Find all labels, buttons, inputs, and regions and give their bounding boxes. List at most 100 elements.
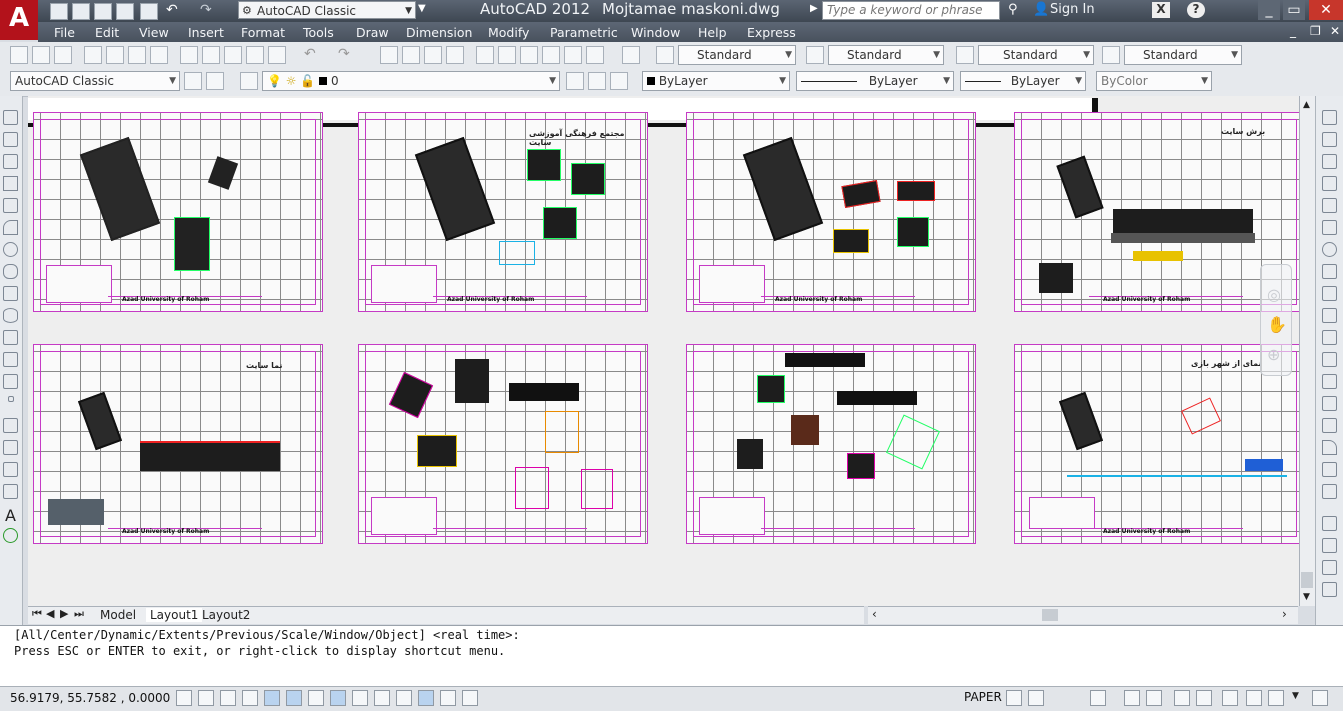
zoom-icon[interactable]: ⊕ bbox=[1267, 345, 1280, 364]
workspace-settings-icon[interactable] bbox=[184, 72, 202, 90]
menu-insert[interactable]: Insert bbox=[188, 25, 224, 40]
region-icon[interactable] bbox=[3, 462, 18, 477]
3d-dwf-icon[interactable] bbox=[150, 46, 168, 64]
scroll-left-icon[interactable]: ‹ bbox=[872, 607, 877, 621]
steering-wheel-icon[interactable]: ◎ bbox=[1267, 285, 1281, 304]
zoom-previous-icon[interactable] bbox=[446, 46, 464, 64]
linetype-combo[interactable]: ByLayer ▼ bbox=[796, 71, 954, 91]
text-style-icon[interactable] bbox=[656, 46, 674, 64]
fillet-icon[interactable] bbox=[1322, 440, 1337, 455]
line-icon[interactable] bbox=[3, 110, 18, 125]
quick-view-layouts-icon[interactable] bbox=[1006, 690, 1022, 706]
next-tab-icon[interactable]: ▶ bbox=[60, 607, 68, 620]
scroll-down-icon[interactable]: ▼ bbox=[1303, 592, 1310, 602]
sheet-7[interactable] bbox=[686, 344, 976, 544]
make-current-icon[interactable] bbox=[566, 72, 584, 90]
add-selected-icon[interactable] bbox=[3, 528, 18, 543]
layer-previous-icon[interactable] bbox=[588, 72, 606, 90]
scroll-right-icon[interactable]: › bbox=[1282, 607, 1287, 621]
clean-screen-icon[interactable] bbox=[1312, 690, 1328, 706]
block-editor-icon[interactable] bbox=[268, 46, 286, 64]
layer-state-icon[interactable] bbox=[610, 72, 628, 90]
quickcalc-icon[interactable] bbox=[586, 46, 604, 64]
menu-edit[interactable]: Edit bbox=[95, 25, 119, 40]
markup-icon[interactable] bbox=[564, 46, 582, 64]
selection-cycling-icon[interactable] bbox=[462, 690, 478, 706]
move-icon[interactable] bbox=[1322, 220, 1337, 235]
table-icon[interactable] bbox=[3, 484, 18, 499]
rectangle-icon[interactable] bbox=[3, 198, 18, 213]
lineweight-icon[interactable] bbox=[396, 690, 412, 706]
paper-space-toggle[interactable]: PAPER bbox=[964, 690, 1002, 704]
dim-style-combo[interactable]: Standard ▼ bbox=[828, 45, 944, 65]
ellipse-icon[interactable] bbox=[3, 308, 18, 323]
annotation-scale-icon[interactable] bbox=[1124, 690, 1140, 706]
layer-properties-icon[interactable] bbox=[240, 72, 258, 90]
qnew-icon[interactable] bbox=[10, 46, 28, 64]
properties-icon[interactable] bbox=[476, 46, 494, 64]
sign-in-link[interactable]: Sign In bbox=[1050, 2, 1095, 17]
spline-icon[interactable] bbox=[3, 286, 18, 301]
save-icon[interactable] bbox=[94, 3, 112, 20]
customize-icon[interactable] bbox=[206, 72, 224, 90]
scale-icon[interactable] bbox=[1322, 264, 1337, 279]
sheet-3[interactable]: Azad University of Roham bbox=[686, 112, 976, 312]
ellipse-arc-icon[interactable] bbox=[3, 330, 18, 345]
app-logo-icon[interactable]: A bbox=[0, 0, 38, 40]
break-at-point-icon[interactable] bbox=[1322, 352, 1337, 367]
user-icon[interactable]: 👤 bbox=[1033, 2, 1049, 17]
cut-icon[interactable] bbox=[180, 46, 198, 64]
isolate-objects-icon[interactable] bbox=[1246, 690, 1262, 706]
mleader-style-icon[interactable] bbox=[1102, 46, 1120, 64]
sheet-6[interactable] bbox=[358, 344, 648, 544]
menu-tools[interactable]: Tools bbox=[303, 25, 334, 40]
plotstyle-combo[interactable]: ByColor ▼ bbox=[1096, 71, 1212, 91]
send-back-icon[interactable] bbox=[1322, 560, 1337, 575]
doc-restore-icon[interactable]: ❐ bbox=[1310, 24, 1321, 38]
zoom-realtime-icon[interactable] bbox=[402, 46, 420, 64]
lightbulb-status-icon[interactable] bbox=[1268, 690, 1284, 706]
insert-block-icon[interactable] bbox=[3, 352, 18, 367]
infer-constraints-icon[interactable] bbox=[176, 690, 192, 706]
table-style-combo[interactable]: Standard ▼ bbox=[978, 45, 1094, 65]
copy-icon[interactable] bbox=[202, 46, 220, 64]
object-snap-icon[interactable] bbox=[286, 690, 302, 706]
construction-line-icon[interactable] bbox=[3, 132, 18, 147]
exchange-icon[interactable]: X bbox=[1152, 2, 1170, 18]
menu-view[interactable]: View bbox=[139, 25, 169, 40]
color-combo[interactable]: ByLayer ▼ bbox=[642, 71, 790, 91]
copy-object-icon[interactable] bbox=[1322, 132, 1337, 147]
text-style-combo[interactable]: Standard ▼ bbox=[678, 45, 796, 65]
transparency-icon[interactable] bbox=[418, 690, 434, 706]
tab-layout2[interactable]: Layout2 bbox=[202, 608, 250, 622]
paste-icon[interactable] bbox=[224, 46, 242, 64]
last-tab-icon[interactable]: ⏭ bbox=[74, 607, 84, 621]
menu-express[interactable]: Express bbox=[747, 25, 796, 40]
hatch-icon[interactable] bbox=[3, 418, 18, 433]
menu-window[interactable]: Window bbox=[631, 25, 680, 40]
vertical-scroll-thumb[interactable] bbox=[1301, 572, 1313, 588]
explode-icon[interactable] bbox=[1322, 484, 1337, 499]
quick-access-menu-icon[interactable]: ▼ bbox=[418, 3, 426, 14]
pan-icon[interactable] bbox=[380, 46, 398, 64]
prev-tab-icon[interactable]: ◀ bbox=[46, 607, 54, 620]
plot-icon[interactable] bbox=[84, 46, 102, 64]
erase-icon[interactable] bbox=[1322, 110, 1337, 125]
toolbar-lock-icon[interactable] bbox=[1196, 690, 1212, 706]
print-icon[interactable] bbox=[140, 3, 158, 20]
minimize-button[interactable]: _ bbox=[1258, 0, 1280, 20]
text-front-icon[interactable] bbox=[1322, 582, 1337, 597]
array-icon[interactable] bbox=[1322, 198, 1337, 213]
redo-icon[interactable]: ↷ bbox=[200, 2, 212, 18]
horizontal-scroll-thumb[interactable] bbox=[1042, 609, 1058, 621]
open-file-icon[interactable] bbox=[72, 3, 90, 20]
scroll-up-icon[interactable]: ▲ bbox=[1303, 100, 1310, 110]
zoom-window-icon[interactable] bbox=[424, 46, 442, 64]
arc-icon[interactable] bbox=[3, 220, 18, 235]
trim-icon[interactable] bbox=[1322, 308, 1337, 323]
vertical-scrollbar[interactable]: ▲ ▼ bbox=[1299, 96, 1315, 606]
dim-style-icon[interactable] bbox=[806, 46, 824, 64]
menu-dimension[interactable]: Dimension bbox=[406, 25, 472, 40]
dynamic-input-icon[interactable] bbox=[374, 690, 390, 706]
quick-view-drawings-icon[interactable] bbox=[1028, 690, 1044, 706]
